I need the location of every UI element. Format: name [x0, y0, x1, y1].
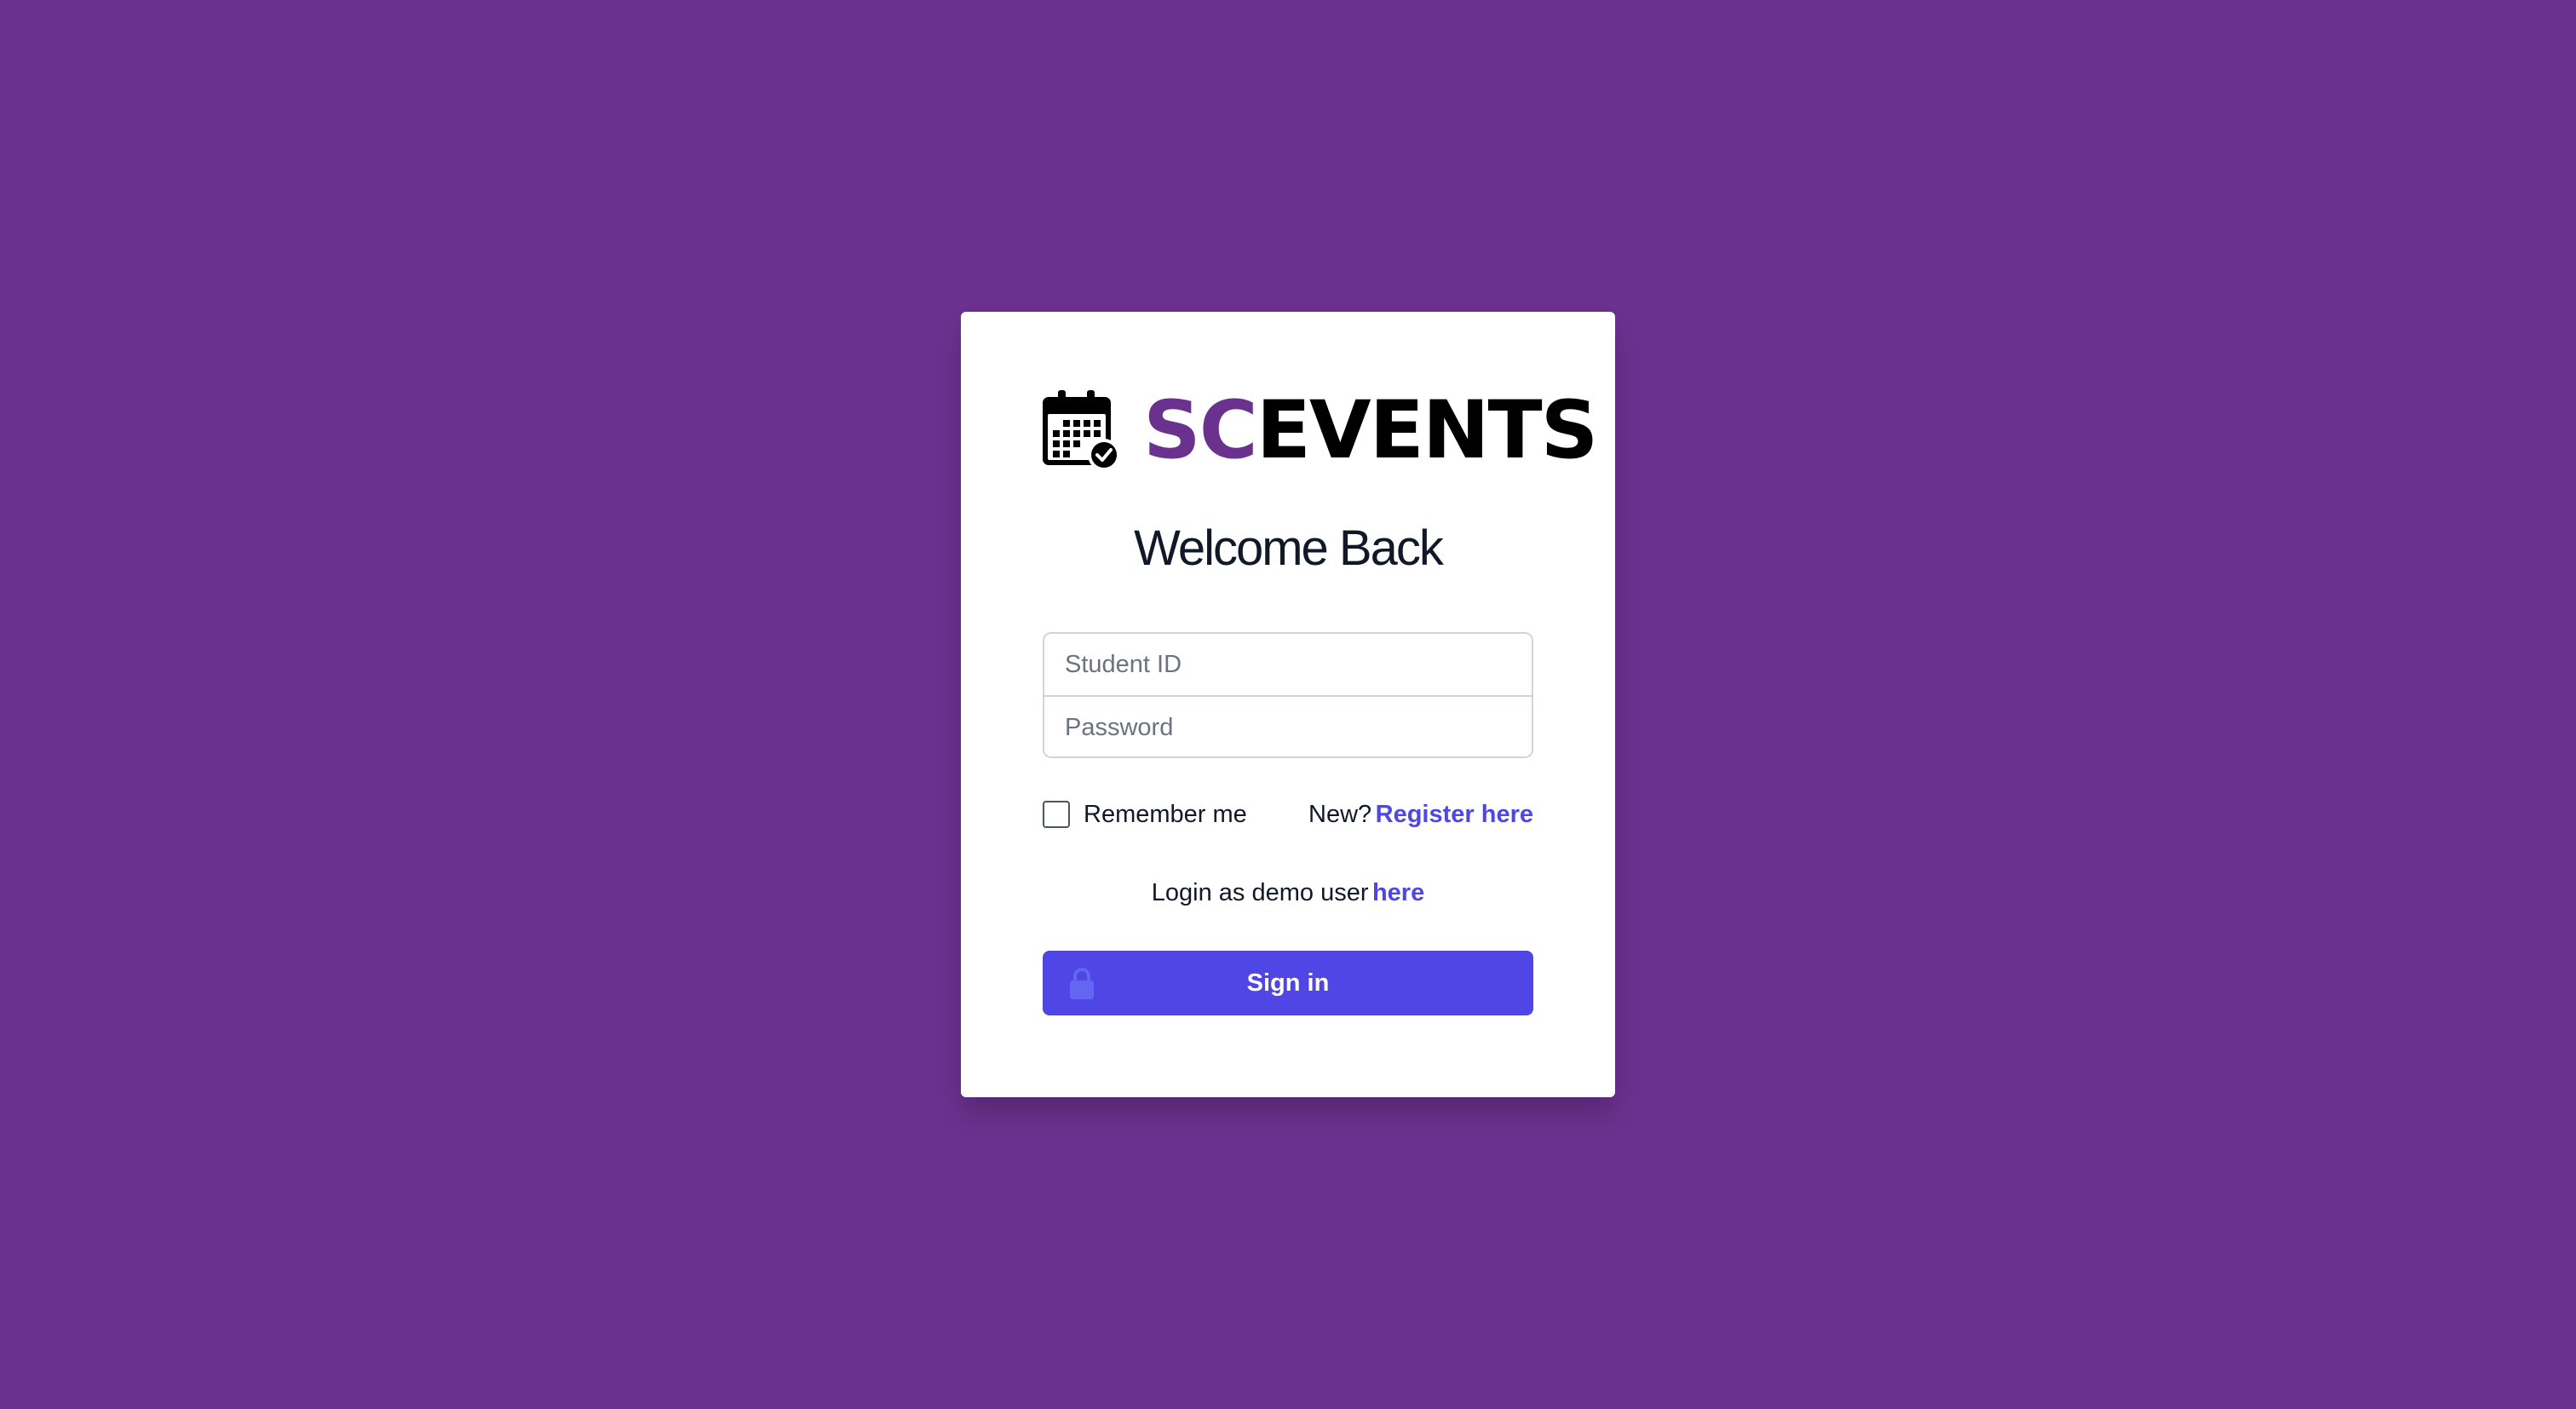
brand-name-events: EVENTS [1256, 384, 1599, 477]
demo-login-link[interactable]: here [1372, 879, 1424, 906]
sign-in-button[interactable]: Sign in [1043, 951, 1533, 1015]
lock-icon [1068, 966, 1095, 1000]
register-link[interactable]: Register here [1376, 801, 1533, 828]
page-title: Welcome Back [1134, 520, 1444, 576]
options-row: Remember me New? Register here [1043, 796, 1533, 833]
remember-me-label: Remember me [1084, 800, 1247, 828]
credentials-group [1043, 632, 1533, 758]
brand-name: SCEVENTS [1143, 390, 1598, 472]
remember-me[interactable]: Remember me [1043, 801, 1247, 829]
sign-in-label: Sign in [1246, 969, 1330, 997]
register-prompt: New? Register here [1308, 801, 1533, 829]
new-user-label: New? [1308, 800, 1372, 828]
calendar-check-icon [1043, 390, 1121, 472]
brand-logo: SCEVENTS [1043, 390, 1598, 472]
password-input[interactable] [1044, 697, 1532, 756]
demo-login: Login as demo user here [961, 874, 1615, 912]
remember-me-checkbox[interactable] [1043, 801, 1070, 828]
login-card: SCEVENTS Welcome Back Remember me New? R… [961, 312, 1615, 1097]
student-id-input[interactable] [1044, 634, 1532, 695]
demo-login-label: Login as demo user [1151, 879, 1369, 906]
brand-name-sc: SC [1143, 384, 1258, 477]
